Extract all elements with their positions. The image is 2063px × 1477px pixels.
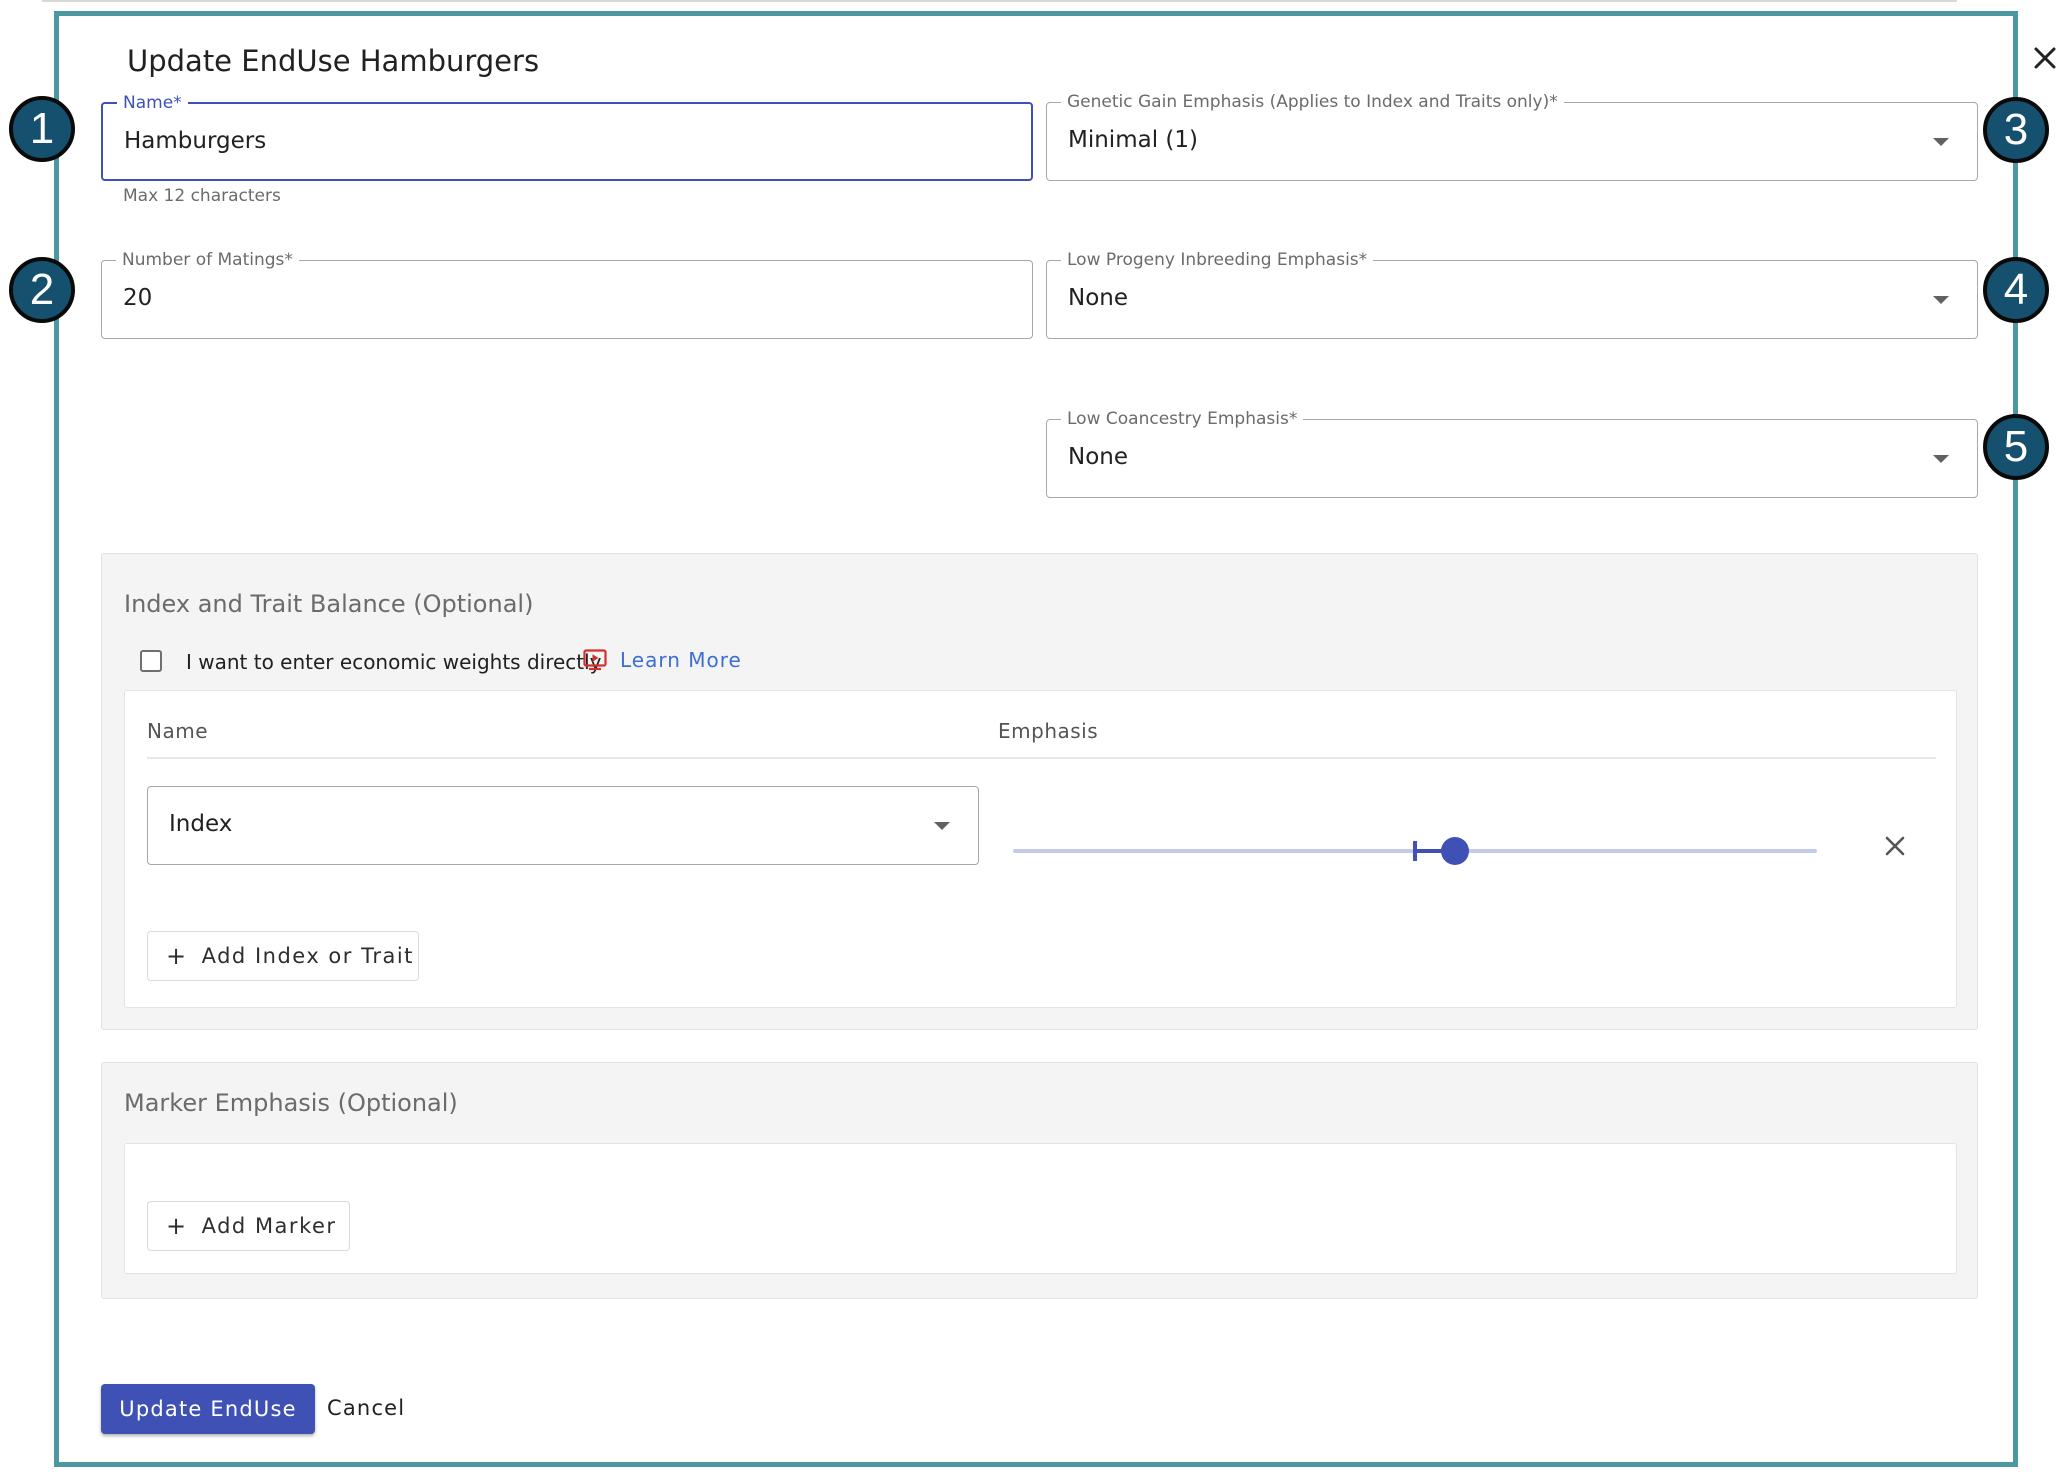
add-index-or-trait-label: Add Index or Trait (201, 944, 414, 968)
matings-value: 20 (123, 285, 153, 311)
index-trait-table: Name Emphasis Index + Add Index or Trait (124, 690, 1957, 1008)
update-enduse-button[interactable]: Update EndUse (101, 1384, 315, 1434)
slider-thumb (1441, 837, 1469, 865)
coancestry-select[interactable]: Low Coancestry Emphasis* None (1046, 408, 1978, 498)
dropdown-arrow-icon (934, 822, 950, 830)
plus-icon: + (166, 942, 188, 970)
name-helper-text: Max 12 characters (123, 186, 281, 206)
dropdown-arrow-icon (1933, 296, 1949, 304)
matings-label: Number of Matings* (116, 249, 299, 271)
column-header-emphasis: Emphasis (998, 719, 1099, 743)
add-marker-label: Add Marker (201, 1214, 337, 1238)
add-index-or-trait-button[interactable]: + Add Index or Trait (147, 931, 419, 981)
dropdown-arrow-icon (1933, 455, 1949, 463)
coancestry-label: Low Coancestry Emphasis* (1061, 408, 1304, 430)
close-button[interactable] (2027, 40, 2063, 76)
column-header-name: Name (147, 719, 209, 743)
callout-badge-1: 1 (9, 96, 75, 162)
index-select-value: Index (169, 811, 233, 837)
cancel-button[interactable]: Cancel (327, 1396, 405, 1420)
remove-row-icon[interactable] (1880, 831, 1910, 861)
top-divider (42, 0, 1957, 2)
callout-badge-5: 5 (1983, 414, 2049, 480)
callout-badge-4: 4 (1983, 257, 2049, 323)
emphasis-slider[interactable] (1005, 831, 1825, 871)
close-icon (2034, 47, 2056, 69)
plus-icon: + (166, 1212, 188, 1240)
name-label: Name* (117, 92, 188, 114)
learn-more-link[interactable]: Learn More (620, 648, 742, 672)
inbreeding-value: None (1068, 285, 1129, 311)
dropdown-arrow-icon (1933, 138, 1949, 146)
video-icon (583, 649, 607, 671)
add-marker-button[interactable]: + Add Marker (147, 1201, 350, 1251)
inbreeding-select[interactable]: Low Progeny Inbreeding Emphasis* None (1046, 249, 1978, 339)
callout-badge-2: 2 (9, 257, 75, 323)
marker-list: + Add Marker (124, 1143, 1957, 1274)
update-enduse-dialog: Update EndUse Hamburgers Name* Hamburger… (54, 11, 2056, 1467)
index-section-title: Index and Trait Balance (Optional) (124, 590, 534, 618)
table-header-divider (147, 757, 1936, 759)
economic-weights-checkbox[interactable] (140, 650, 162, 672)
marker-section-title: Marker Emphasis (Optional) (124, 1089, 458, 1117)
index-trait-balance-panel: Index and Trait Balance (Optional) I wan… (101, 553, 1978, 1030)
name-value: Hamburgers (124, 128, 267, 154)
genetic-gain-value: Minimal (1) (1068, 127, 1198, 153)
marker-emphasis-panel: Marker Emphasis (Optional) + Add Marker (101, 1062, 1978, 1299)
economic-weights-label: I want to enter economic weights directl… (186, 650, 602, 674)
matings-field[interactable]: Number of Matings* 20 (101, 249, 1033, 339)
dialog-title: Update EndUse Hamburgers (127, 44, 540, 78)
name-field[interactable]: Name* Hamburgers (101, 92, 1033, 181)
genetic-gain-label: Genetic Gain Emphasis (Applies to Index … (1061, 91, 1564, 113)
inbreeding-label: Low Progeny Inbreeding Emphasis* (1061, 249, 1374, 271)
index-select[interactable]: Index (147, 786, 979, 865)
callout-badge-3: 3 (1983, 97, 2049, 163)
coancestry-value: None (1068, 444, 1129, 470)
genetic-gain-select[interactable]: Genetic Gain Emphasis (Applies to Index … (1046, 91, 1978, 181)
